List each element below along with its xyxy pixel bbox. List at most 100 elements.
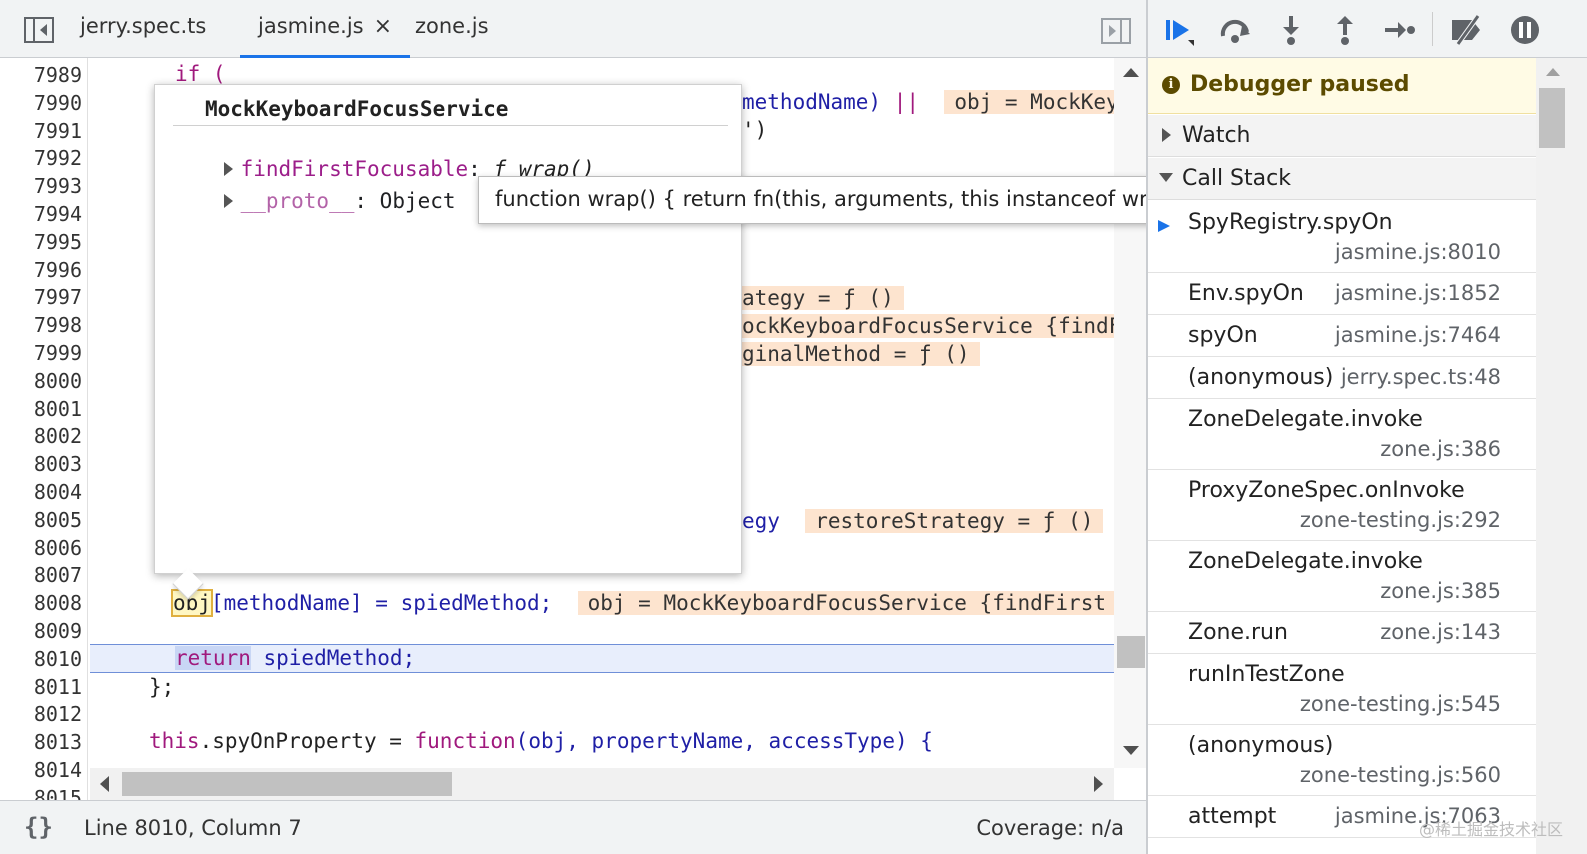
popover-divider — [173, 125, 728, 126]
property-separator: : — [354, 189, 380, 213]
step-out-icon[interactable] — [1328, 14, 1362, 46]
frame-location[interactable]: zone.js:386 — [1380, 437, 1501, 461]
deactivate-breakpoints-icon[interactable] — [1450, 14, 1484, 46]
frame-function-name: Zone.run — [1188, 620, 1288, 645]
toolbar-separator — [1432, 12, 1433, 46]
frame-location[interactable]: zone-testing.js:292 — [1300, 508, 1501, 532]
editor-tab-bar: jerry.spec.ts jasmine.js × zone.js — [0, 0, 1146, 58]
resume-icon[interactable] — [1162, 14, 1196, 46]
sidebar-scrollbar[interactable] — [1536, 58, 1587, 854]
call-frame[interactable]: ZoneDelegate.invoke zone.js:386 — [1148, 399, 1536, 470]
scrollbar-thumb[interactable] — [1117, 636, 1145, 668]
info-icon: i — [1162, 76, 1180, 94]
inline-value: ginalMethod = ƒ () — [742, 342, 980, 366]
tab-jasmine[interactable]: jasmine.js × — [240, 14, 411, 58]
frame-location[interactable]: jasmine.js:1852 — [1335, 281, 1501, 305]
property-name: __proto__ — [240, 189, 355, 213]
call-frame[interactable]: Zone.run zone.js:143 — [1148, 612, 1536, 654]
code-line-8011: }; — [149, 675, 175, 699]
object-preview-popover: MockKeyboardFocusService findFirstFocusa… — [154, 84, 742, 600]
frame-function-name: runInTestZone — [1188, 662, 1345, 687]
scroll-up-icon[interactable] — [1546, 68, 1560, 76]
call-frame[interactable]: (anonymous) zone-testing.js:560 — [1148, 725, 1536, 796]
section-label: Watch — [1182, 123, 1251, 148]
call-frame[interactable]: ProxyZoneSpec.onInvoke zone-testing.js:29… — [1148, 470, 1536, 541]
tab-jerry-spec[interactable]: jerry.spec.ts — [80, 14, 206, 38]
frame-function-name: attempt — [1188, 804, 1277, 829]
tab-label: zone.js — [415, 14, 489, 38]
frame-function-name: SpyRegistry.spyOn — [1188, 210, 1393, 235]
scrollbar-thumb[interactable] — [1539, 88, 1565, 148]
step-into-icon[interactable] — [1274, 14, 1308, 46]
step-icon[interactable] — [1382, 14, 1416, 46]
section-label: Call Stack — [1182, 166, 1291, 191]
frame-location[interactable]: jasmine.js:8010 — [1335, 240, 1501, 264]
step-over-icon[interactable] — [1218, 14, 1252, 46]
frame-location[interactable]: jerry.spec.ts:48 — [1341, 365, 1501, 389]
expand-triangle-icon[interactable] — [223, 194, 233, 208]
tab-label: jasmine.js — [258, 14, 364, 38]
close-tab-icon[interactable]: × — [374, 14, 392, 39]
code-line-7999: ginalMethod = ƒ () — [742, 342, 1146, 370]
status-bar: {} Line 8010, Column 7 Coverage: n/a — [0, 800, 1146, 854]
call-frame[interactable]: SpyRegistry.spyOn jasmine.js:8010 — [1148, 202, 1536, 273]
frame-function-name: (anonymous) — [1188, 365, 1334, 390]
toggle-navigator-icon[interactable] — [24, 17, 54, 43]
frame-function-name: ZoneDelegate.invoke — [1188, 407, 1423, 432]
debugger-paused-banner: i Debugger paused — [1148, 58, 1536, 114]
scrollbar-thumb[interactable] — [122, 772, 452, 796]
scroll-up-icon[interactable] — [1123, 68, 1139, 77]
inline-value: obj = MockKey — [944, 90, 1129, 114]
pause-on-exceptions-icon[interactable] — [1508, 14, 1542, 46]
tab-label: jerry.spec.ts — [80, 14, 207, 38]
paused-message: Debugger paused — [1190, 72, 1410, 97]
frame-location[interactable]: jasmine.js:7464 — [1335, 323, 1501, 347]
current-frame-arrow-icon — [1158, 220, 1170, 232]
popover-title: MockKeyboardFocusService — [205, 97, 509, 121]
function-source-tooltip: function wrap() { return fn(this, argume… — [478, 176, 1209, 224]
call-frame[interactable]: ZoneDelegate.invoke zone.js:385 — [1148, 541, 1536, 612]
code-line-8005: egy restoreStrategy = ƒ () — [742, 509, 1146, 537]
call-frame[interactable]: Env.spyOn jasmine.js:1852 — [1148, 273, 1536, 315]
editor-horizontal-scrollbar[interactable] — [90, 768, 1114, 800]
call-stack-section-header[interactable]: Call Stack — [1148, 158, 1536, 200]
collapse-triangle-icon — [1159, 173, 1173, 182]
scroll-left-icon[interactable] — [100, 776, 109, 792]
frame-function-name: ZoneDelegate.invoke — [1188, 549, 1423, 574]
frame-function-name: spyOn — [1188, 323, 1258, 348]
tab-zone[interactable]: zone.js — [415, 14, 489, 38]
frame-location[interactable]: zone-testing.js:560 — [1300, 763, 1501, 787]
call-frame[interactable]: spyOn jasmine.js:7464 — [1148, 315, 1536, 357]
pretty-print-icon[interactable]: {} — [24, 813, 53, 841]
code-line-7998: ockKeyboardFocusService {findF — [742, 314, 1146, 342]
frame-function-name: Env.spyOn — [1188, 281, 1304, 306]
code-line-8010: return spiedMethod; — [175, 646, 416, 670]
scroll-down-icon[interactable] — [1123, 746, 1139, 755]
toggle-debugger-icon[interactable] — [1101, 18, 1131, 44]
code-line-7997: ategy = ƒ () — [742, 286, 1146, 314]
expand-triangle-icon — [1162, 128, 1171, 142]
code-line-7990: methodName) || obj = MockKey — [742, 90, 1146, 118]
inline-value: restoreStrategy = ƒ () — [805, 509, 1104, 533]
code-line-8013: this.spyOnProperty = function(obj, prope… — [149, 729, 933, 753]
watermark: @稀土掘金技术社区 — [1418, 820, 1563, 839]
frame-location[interactable]: zone.js:385 — [1380, 579, 1501, 603]
call-frame[interactable]: (anonymous) jerry.spec.ts:48 — [1148, 357, 1536, 399]
inline-value: ategy = ƒ () — [742, 286, 904, 310]
frame-location[interactable]: zone-testing.js:545 — [1300, 692, 1501, 716]
cursor-position: Line 8010, Column 7 — [84, 816, 302, 840]
watch-section-header[interactable]: Watch — [1148, 115, 1536, 157]
property-value: Object — [379, 189, 456, 213]
frame-function-name: (anonymous) — [1188, 733, 1334, 758]
scroll-right-icon[interactable] — [1094, 776, 1103, 792]
call-frame[interactable]: runInTestZone zone-testing.js:545 — [1148, 654, 1536, 725]
property-row[interactable]: __proto__: Object — [173, 165, 456, 237]
editor-vertical-scrollbar[interactable] — [1114, 58, 1146, 768]
code-line-7991: ') — [742, 118, 768, 142]
code-line-8008: obj[methodName] = spiedMethod; obj = Moc… — [171, 589, 1146, 619]
frame-location[interactable]: zone.js:143 — [1380, 620, 1501, 644]
debugger-toolbar — [1148, 0, 1587, 58]
coverage-status: Coverage: n/a — [976, 816, 1124, 840]
frame-function-name: ProxyZoneSpec.onInvoke — [1188, 478, 1465, 503]
line-number-gutter[interactable] — [8, 58, 88, 800]
